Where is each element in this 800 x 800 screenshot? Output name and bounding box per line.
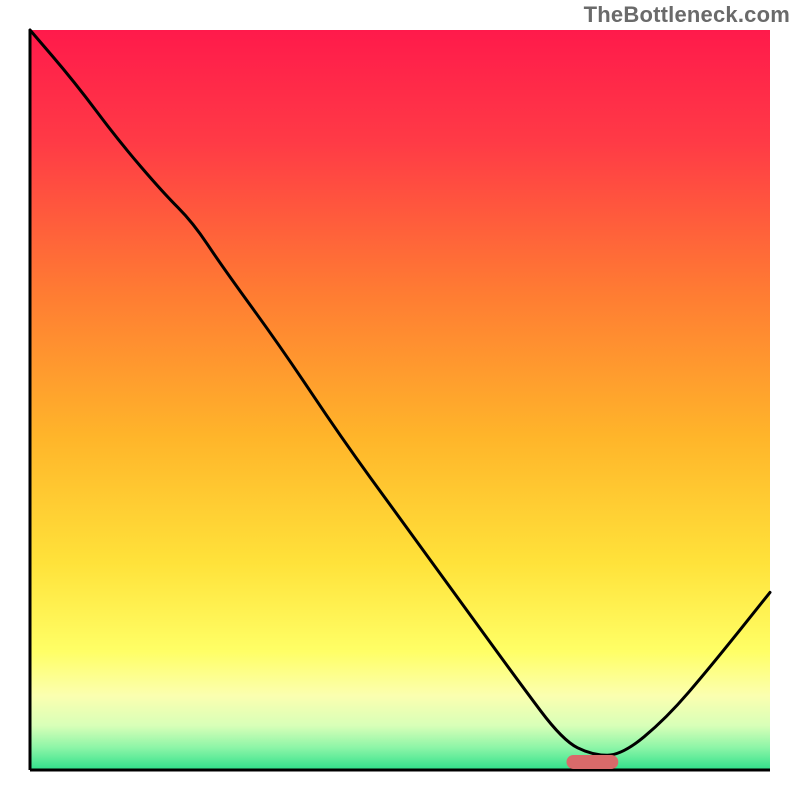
optimal-marker [567,755,619,769]
bottleneck-chart [0,0,800,800]
watermark-text: TheBottleneck.com [584,2,790,28]
gradient-background [30,30,770,770]
